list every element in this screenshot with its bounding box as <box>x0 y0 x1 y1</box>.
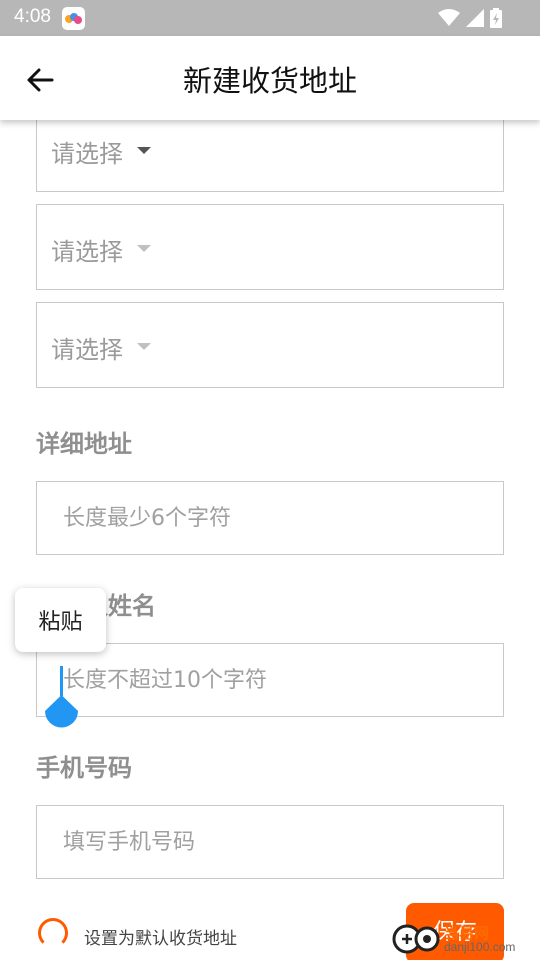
page-title: 新建收货地址 <box>182 64 357 98</box>
app-notification-icon <box>62 7 85 30</box>
status-icons <box>438 7 502 29</box>
app-toolbar: 新建收货地址 <box>0 36 540 120</box>
district-select[interactable]: 请选择 <box>36 302 504 388</box>
text-cursor <box>60 666 63 696</box>
cursor-handle[interactable] <box>45 695 78 733</box>
caret-down-icon <box>137 245 151 252</box>
paste-button[interactable]: 粘贴 <box>15 588 106 652</box>
caret-down-icon <box>137 343 151 350</box>
default-address-checkbox[interactable] <box>38 918 68 948</box>
watermark-url: danji100.com <box>444 939 516 954</box>
detail-address-input[interactable] <box>36 481 504 555</box>
phone-input[interactable] <box>36 805 504 879</box>
watermark-logo: 当易网 danji100.com <box>392 918 540 960</box>
watermark-icon <box>392 922 440 956</box>
wifi-icon <box>438 9 460 26</box>
status-bar: 4:08 <box>0 0 540 36</box>
phone-label: 手机号码 <box>36 754 132 782</box>
select-placeholder: 请选择 <box>51 336 123 364</box>
select-placeholder: 请选择 <box>51 238 123 266</box>
default-address-label: 设置为默认收货地址 <box>84 929 237 949</box>
signal-icon <box>466 9 484 27</box>
battery-icon <box>490 8 502 28</box>
select-placeholder: 请选择 <box>51 140 123 168</box>
watermark-text: 当易网 <box>444 923 490 942</box>
receiver-name-input[interactable] <box>36 643 504 717</box>
city-select[interactable]: 请选择 <box>36 204 504 290</box>
detail-address-label: 详细地址 <box>36 430 132 458</box>
status-time: 4:08 <box>14 6 51 27</box>
caret-down-icon <box>137 147 151 154</box>
